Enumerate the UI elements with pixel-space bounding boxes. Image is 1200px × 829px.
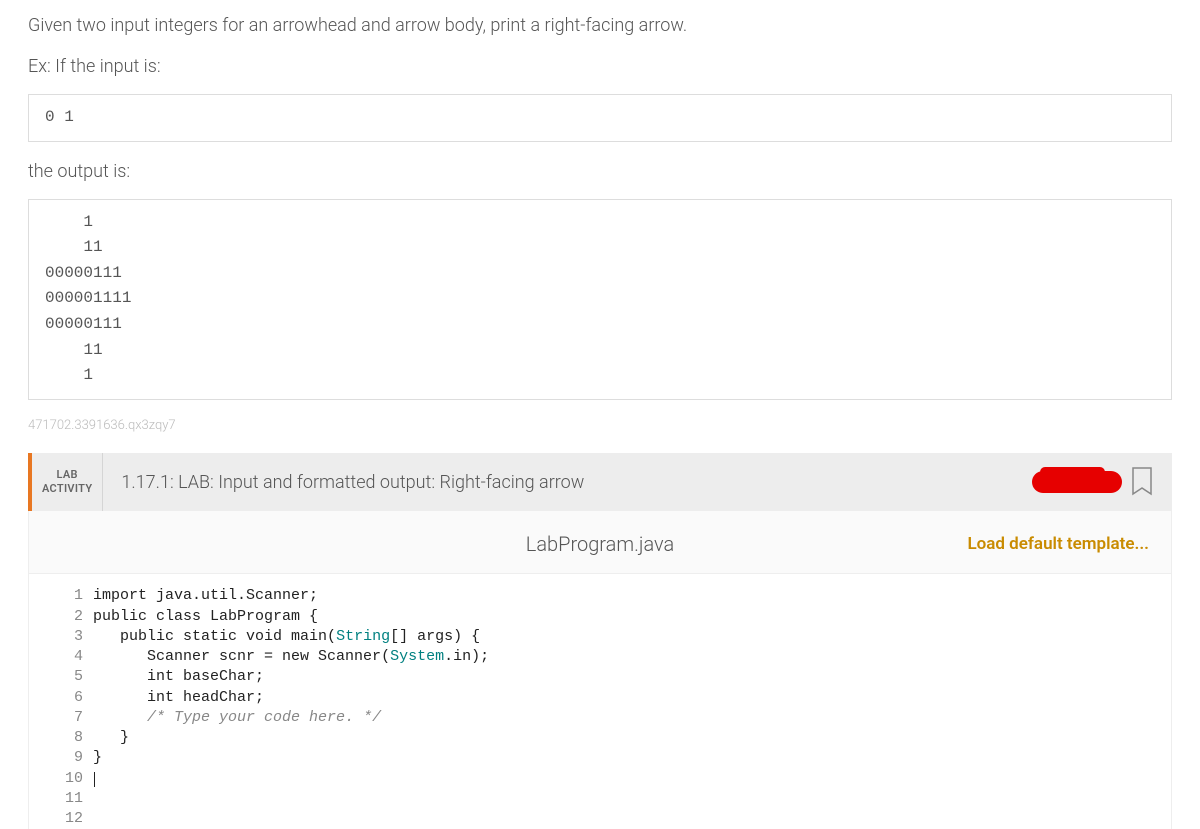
lab-tag-line1: LAB [57,468,78,482]
watermark-text: 471702.3391636.qx3zqy7 [28,416,1172,436]
code-area[interactable]: import java.util.Scanner;public class La… [93,586,489,829]
input-example-block: 0 1 [28,94,1172,142]
lab-activity-banner: LAB ACTIVITY 1.17.1: LAB: Input and form… [28,453,1172,511]
lab-banner-right [1032,453,1172,511]
code-editor[interactable]: 1 2 3 4 5 6 7 8 9 10 11 12 import java.u… [29,574,1171,829]
filename-label: LabProgram.java [526,529,674,559]
activity-body: LabProgram.java Load default template...… [28,511,1172,829]
filename-bar: LabProgram.java Load default template... [29,511,1171,574]
problem-statement-1: Given two input integers for an arrowhea… [28,12,1172,39]
bookmark-icon [1130,466,1154,498]
problem-statement-2: Ex: If the input is: [28,53,1172,80]
lab-title: 1.17.1: LAB: Input and formatted output:… [103,453,1032,511]
problem-statement-3: the output is: [28,158,1172,185]
lab-activity-tag: LAB ACTIVITY [32,453,103,511]
redaction-scribble [1032,471,1122,493]
line-number-gutter: 1 2 3 4 5 6 7 8 9 10 11 12 [29,586,93,829]
load-default-template-link[interactable]: Load default template... [967,532,1149,558]
lab-tag-line2: ACTIVITY [42,482,92,496]
output-example-block: 1 11 00000111 000001111 00000111 11 1 [28,199,1172,400]
